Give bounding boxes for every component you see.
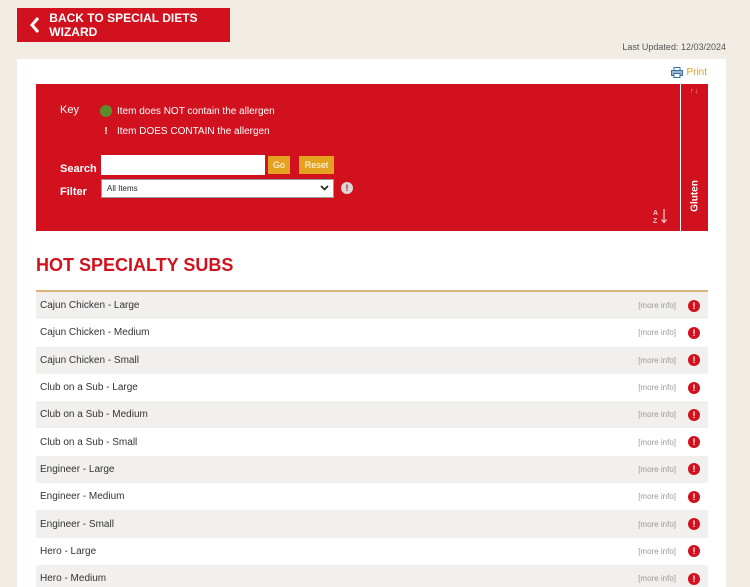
filter-label: Filter [60,186,87,198]
table-row: Cajun Chicken - Medium [more info] ! [36,319,708,347]
table-row: Engineer - Small [more info] ! [36,510,708,538]
key-search-filter-box: Key Item does NOT contain the allergen !… [36,84,680,231]
allergen-panel: Print Key Item does NOT contain the alle… [17,59,726,587]
alert-icon: ! [688,299,700,312]
alert-icon: ! [688,518,700,531]
table-row: Engineer - Large [more info] ! [36,455,708,484]
go-button[interactable]: Go [268,156,290,174]
more-info-link[interactable]: [more info] [638,574,676,583]
item-name: Hero - Medium [40,573,107,585]
more-info-link[interactable]: [more info] [638,492,676,501]
alert-icon: ! [688,463,700,476]
back-to-wizard-button[interactable]: BACK TO SPECIAL DIETS WIZARD [17,8,230,42]
more-info-link[interactable]: [more info] [638,410,676,419]
print-link[interactable]: Print [671,67,707,78]
table-row: Cajun Chicken - Small [more info] ! [36,346,708,374]
table-row: Club on a Sub - Large [more info] ! [36,373,708,402]
alert-icon: ! [688,326,700,339]
more-info-link[interactable]: [more info] [638,520,676,529]
item-name: Engineer - Medium [40,491,125,503]
filter-selected-value: All Items [107,184,138,193]
printer-icon [671,67,684,78]
item-name: Club on a Sub - Medium [40,409,148,421]
table-row: Engineer - Medium [more info] ! [36,483,708,511]
filter-info-icon[interactable]: ! [341,182,353,194]
more-info-link[interactable]: [more info] [638,356,676,365]
sort-az-icon[interactable]: A Z [653,207,669,230]
alert-icon: ! [688,408,700,421]
more-info-link[interactable]: [more info] [638,465,676,474]
print-label: Print [686,67,707,78]
item-name: Club on a Sub - Large [40,382,138,394]
item-name: Cajun Chicken - Medium [40,327,150,339]
key-contains-allergen: ! Item DOES CONTAIN the allergen [100,126,270,137]
item-name: Cajun Chicken - Small [40,354,139,366]
menu-item-list: Cajun Chicken - Large [more info] ! Caju… [36,292,708,587]
table-row: Club on a Sub - Medium [more info] ! [36,401,708,429]
item-name: Engineer - Small [40,518,114,530]
search-label: Search [60,163,97,175]
more-info-link[interactable]: [more info] [638,438,676,447]
key-contains-allergen-text: Item DOES CONTAIN the allergen [117,126,270,137]
item-name: Cajun Chicken - Large [40,300,140,312]
alert-icon: ! [688,354,700,367]
gluten-column-label: Gluten [689,180,701,212]
table-row: Cajun Chicken - Large [more info] ! [36,292,708,320]
more-info-link[interactable]: [more info] [638,383,676,392]
alert-icon: ! [688,572,700,585]
item-name: Engineer - Large [40,463,115,475]
search-input[interactable] [101,155,265,175]
chevron-left-icon [27,8,43,42]
back-button-label: BACK TO SPECIAL DIETS WIZARD [49,11,198,39]
alert-icon: ! [688,381,700,394]
section-title: HOT SPECIALTY SUBS [36,255,234,275]
table-row: Hero - Large [more info] ! [36,537,708,565]
chevron-down-icon [320,183,329,194]
last-updated-text: Last Updated: 12/03/2024 [622,42,726,52]
exclamation-icon: ! [104,126,108,137]
svg-text:A: A [653,210,658,217]
alert-icon: ! [688,490,700,503]
table-row: Hero - Medium [more info] ! [36,564,708,587]
more-info-link[interactable]: [more info] [638,328,676,337]
filter-select[interactable]: All Items [101,179,334,198]
key-no-allergen: Item does NOT contain the allergen [100,105,275,117]
alert-icon: ! [688,545,700,558]
key-no-allergen-text: Item does NOT contain the allergen [117,105,275,117]
svg-text:Z: Z [653,218,658,225]
item-name: Club on a Sub - Small [40,436,138,448]
reset-button[interactable]: Reset [299,156,334,174]
item-name: Hero - Large [40,545,97,557]
alert-icon: ! [688,436,700,449]
more-info-link[interactable]: [more info] [638,547,676,556]
sort-arrows-icon: ↑↓ [690,88,699,95]
gluten-column-header[interactable]: ↑↓ Gluten [680,84,708,231]
table-row: Club on a Sub - Small [more info] ! [36,428,708,456]
key-label: Key [60,104,79,116]
more-info-link[interactable]: [more info] [638,301,676,310]
green-dot-icon [100,105,112,117]
